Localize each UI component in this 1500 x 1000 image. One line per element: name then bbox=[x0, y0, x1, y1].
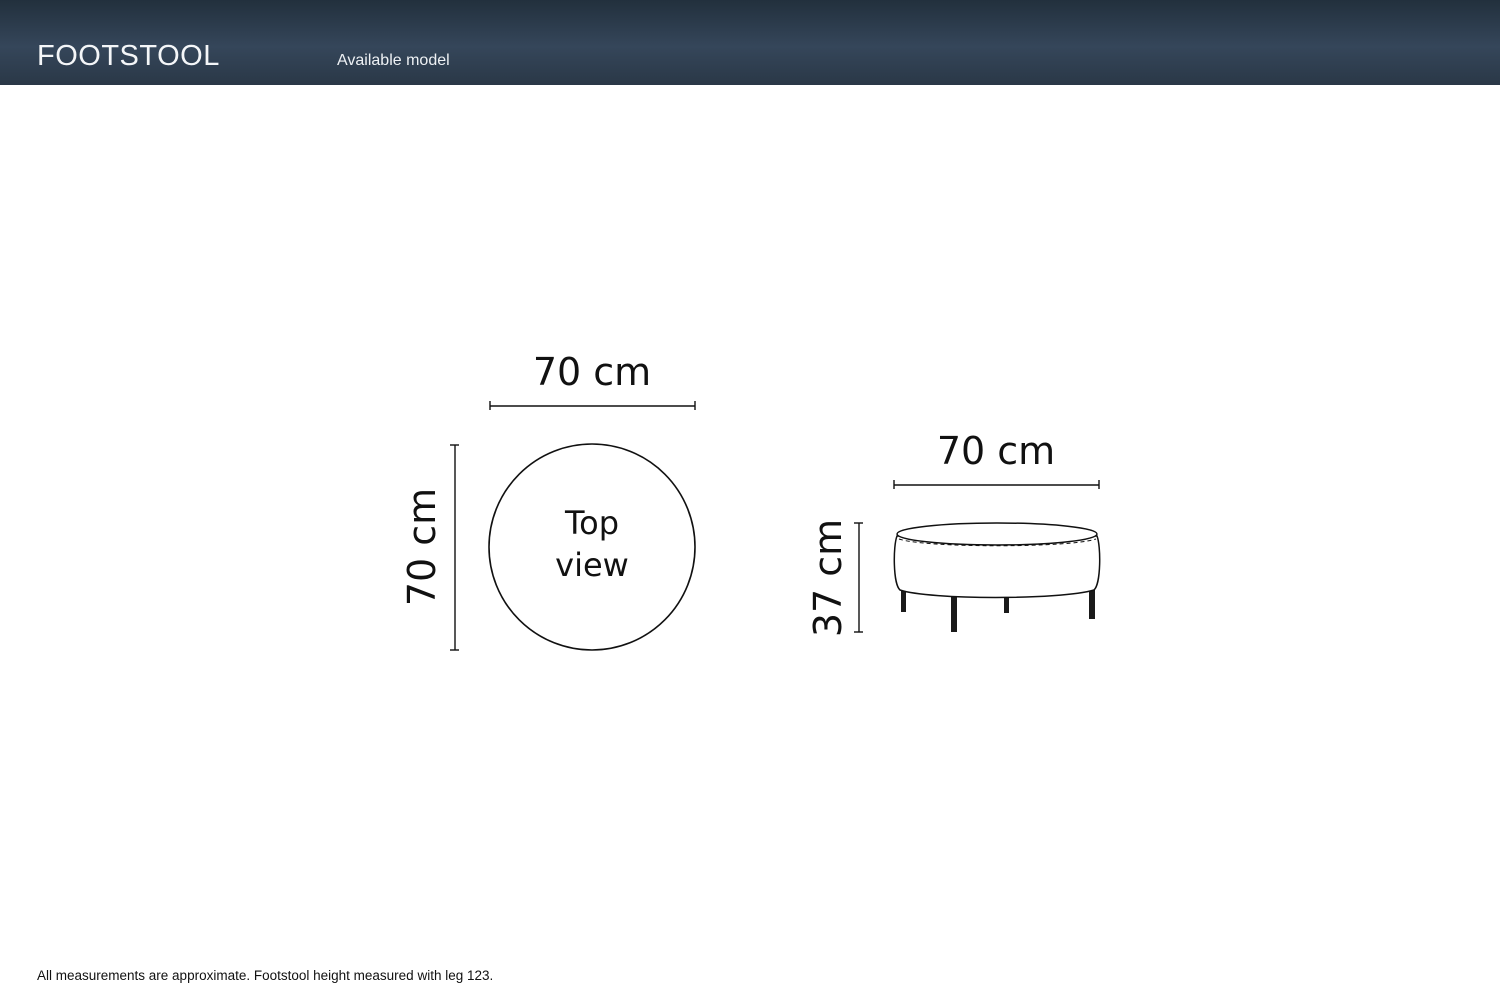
footstool-top bbox=[896, 522, 1098, 546]
side-view-height-dimension-line bbox=[854, 522, 863, 633]
top-view-width-label: 70 cm bbox=[533, 350, 651, 394]
top-view-label-line1: Top bbox=[564, 504, 619, 542]
top-view-depth-label: 70 cm bbox=[400, 488, 444, 606]
side-view: 70 cm 37 cm bbox=[806, 429, 1101, 637]
top-view-width-dimension-line bbox=[489, 401, 696, 410]
page: FOOTSTOOL Available model 70 cm 70 cm To… bbox=[0, 0, 1500, 1000]
top-view-depth-dimension-line bbox=[450, 444, 459, 651]
side-view-height-label: 37 cm bbox=[806, 519, 850, 637]
dimension-drawing: 70 cm 70 cm Top view 70 cm 37 cm bbox=[400, 350, 1101, 651]
top-view-label-line2: view bbox=[555, 546, 629, 584]
top-view: 70 cm 70 cm Top view bbox=[400, 350, 696, 651]
side-view-width-label: 70 cm bbox=[937, 429, 1055, 473]
footnote: All measurements are approximate. Footst… bbox=[37, 968, 494, 983]
side-view-width-dimension-line bbox=[893, 480, 1100, 489]
